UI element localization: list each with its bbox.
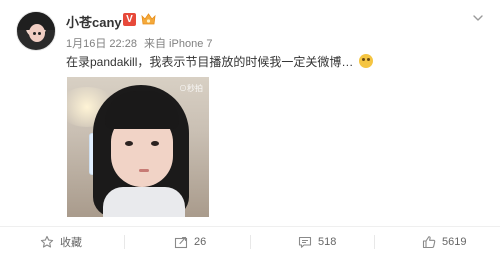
- vip-crown-icon[interactable]: [141, 12, 156, 26]
- like-count: 5619: [442, 236, 467, 248]
- action-separator: [124, 235, 125, 249]
- repost-icon: [174, 236, 188, 249]
- favorite-label: 收藏: [60, 237, 82, 249]
- favorite-button[interactable]: 收藏: [40, 227, 82, 257]
- post-text: 在录pandakill，我表示节目播放的时候我一定关微博…: [66, 54, 486, 70]
- verified-badge[interactable]: V: [123, 13, 136, 26]
- photo-eye: [125, 141, 133, 146]
- comment-icon: [298, 236, 312, 248]
- repost-button[interactable]: 26: [174, 227, 206, 257]
- avatar-eye: [33, 32, 36, 35]
- comment-button[interactable]: 518: [298, 227, 336, 257]
- weibo-post-card: 小苍cany V 1月16日 22:28 来自 iPhone 7 在录panda…: [0, 0, 500, 257]
- photo-mouth: [139, 169, 149, 172]
- avatar-eye: [38, 32, 41, 35]
- like-button[interactable]: 5619: [422, 227, 466, 257]
- thumbs-up-icon: [422, 236, 436, 249]
- post-source: 来自 iPhone 7: [144, 38, 213, 50]
- star-icon: [40, 235, 54, 248]
- photo-eye: [151, 141, 159, 146]
- action-bar: 收藏 26 518 5619: [0, 227, 500, 257]
- action-separator: [374, 235, 375, 249]
- action-separator: [250, 235, 251, 249]
- photo-shirt: [103, 187, 185, 217]
- chevron-down-icon[interactable]: [472, 12, 484, 24]
- post-meta: 1月16日 22:28 来自 iPhone 7: [66, 35, 212, 51]
- avatar[interactable]: [16, 11, 56, 51]
- post-text-content: 在录pandakill，我表示节目播放的时候我一定关微博…: [66, 55, 354, 69]
- photo-watermark: ⊙秒拍: [179, 84, 203, 93]
- repost-count: 26: [194, 236, 207, 248]
- emoji-icon: [358, 54, 373, 68]
- post-time[interactable]: 1月16日 22:28: [66, 38, 137, 50]
- post-photo[interactable]: ⊙秒拍: [67, 77, 209, 217]
- comment-count: 518: [318, 236, 337, 248]
- avatar-face: [29, 24, 45, 42]
- username[interactable]: 小苍cany: [66, 12, 122, 31]
